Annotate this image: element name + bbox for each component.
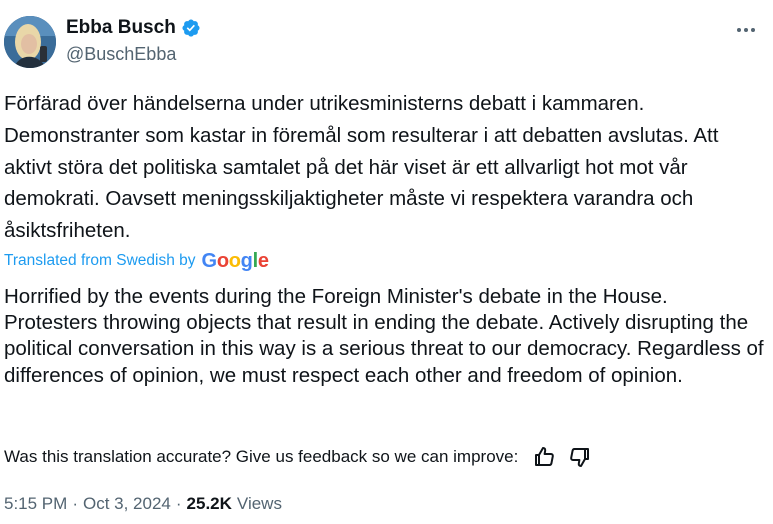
avatar-image: [4, 16, 56, 68]
tweet-meta: 5:15 PM · Oct 3, 2024 · 25.2K Views: [4, 494, 282, 514]
tweet-original-text: Förfärad över händelserna under utrikesm…: [4, 92, 719, 243]
thumbs-up-icon[interactable]: [532, 445, 556, 469]
translation-attribution-link[interactable]: Translated from Swedish by Google: [4, 251, 269, 271]
google-logo: Google: [201, 250, 269, 272]
tweet-time[interactable]: 5:15 PM: [4, 494, 67, 514]
views-label[interactable]: Views: [237, 494, 282, 514]
author-name[interactable]: Ebba Busch: [66, 17, 176, 39]
feedback-prompt: Was this translation accurate? Give us f…: [4, 447, 519, 466]
translation-feedback: Was this translation accurate? Give us f…: [4, 445, 592, 469]
more-horizontal-icon[interactable]: [733, 20, 759, 40]
author-handle[interactable]: @BuschEbba: [66, 44, 176, 65]
author-name-row[interactable]: Ebba Busch: [66, 17, 201, 39]
tweet-date[interactable]: Oct 3, 2024: [83, 494, 171, 514]
tweet-header: Ebba Busch @BuschEbba: [0, 12, 773, 72]
tweet-translated-text: Horrified by the events during the Forei…: [4, 285, 764, 387]
verified-badge-icon[interactable]: [181, 18, 201, 38]
avatar[interactable]: [4, 16, 56, 68]
thumbs-down-icon[interactable]: [568, 445, 592, 469]
translated-from-label[interactable]: Translated from Swedish by: [4, 252, 196, 270]
meta-separator: ·: [175, 494, 182, 513]
views-count[interactable]: 25.2K: [187, 494, 232, 514]
meta-separator: ·: [72, 494, 78, 513]
